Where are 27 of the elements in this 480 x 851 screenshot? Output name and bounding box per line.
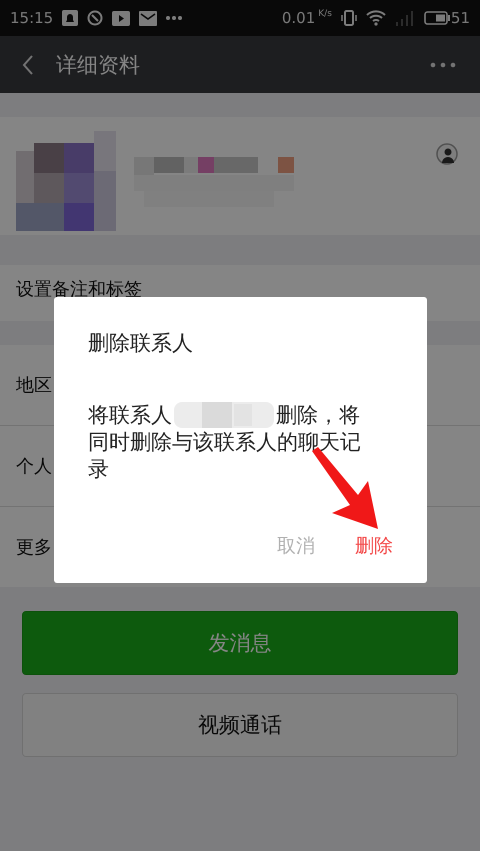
dialog-title: 删除联系人	[88, 330, 193, 357]
delete-button[interactable]: 删除	[355, 529, 393, 563]
network-speed-unit: K/s	[318, 9, 332, 19]
blocked-icon	[87, 10, 104, 26]
back-icon[interactable]	[22, 54, 34, 74]
signal-icon	[394, 10, 415, 26]
dialog-message: 删除，将	[276, 402, 360, 429]
mail-icon	[139, 10, 158, 26]
status-time: 15:15	[10, 9, 54, 27]
row-label[interactable]: 个人	[16, 454, 52, 478]
more-icon[interactable]	[430, 62, 456, 68]
person-icon	[436, 143, 458, 165]
play-icon	[112, 10, 130, 26]
row-label[interactable]: 设置备注和标签	[16, 277, 142, 301]
page-title: 详细资料	[56, 52, 141, 78]
dialog-message: 同时删除与该联系人的聊天记录	[88, 429, 362, 483]
vibrate-icon	[340, 10, 357, 26]
row-label[interactable]: 地区	[16, 373, 52, 397]
notification-icon	[62, 10, 78, 26]
network-speed: 0.01	[282, 9, 316, 27]
battery-icon	[424, 11, 450, 25]
battery-percent: 51	[450, 9, 470, 27]
more-notifications-icon	[166, 16, 182, 20]
dialog-message: 将联系人	[88, 402, 172, 429]
video-call-button[interactable]: 视频通话	[22, 693, 458, 757]
row-label[interactable]: 更多	[16, 535, 52, 559]
wifi-icon	[366, 10, 386, 26]
